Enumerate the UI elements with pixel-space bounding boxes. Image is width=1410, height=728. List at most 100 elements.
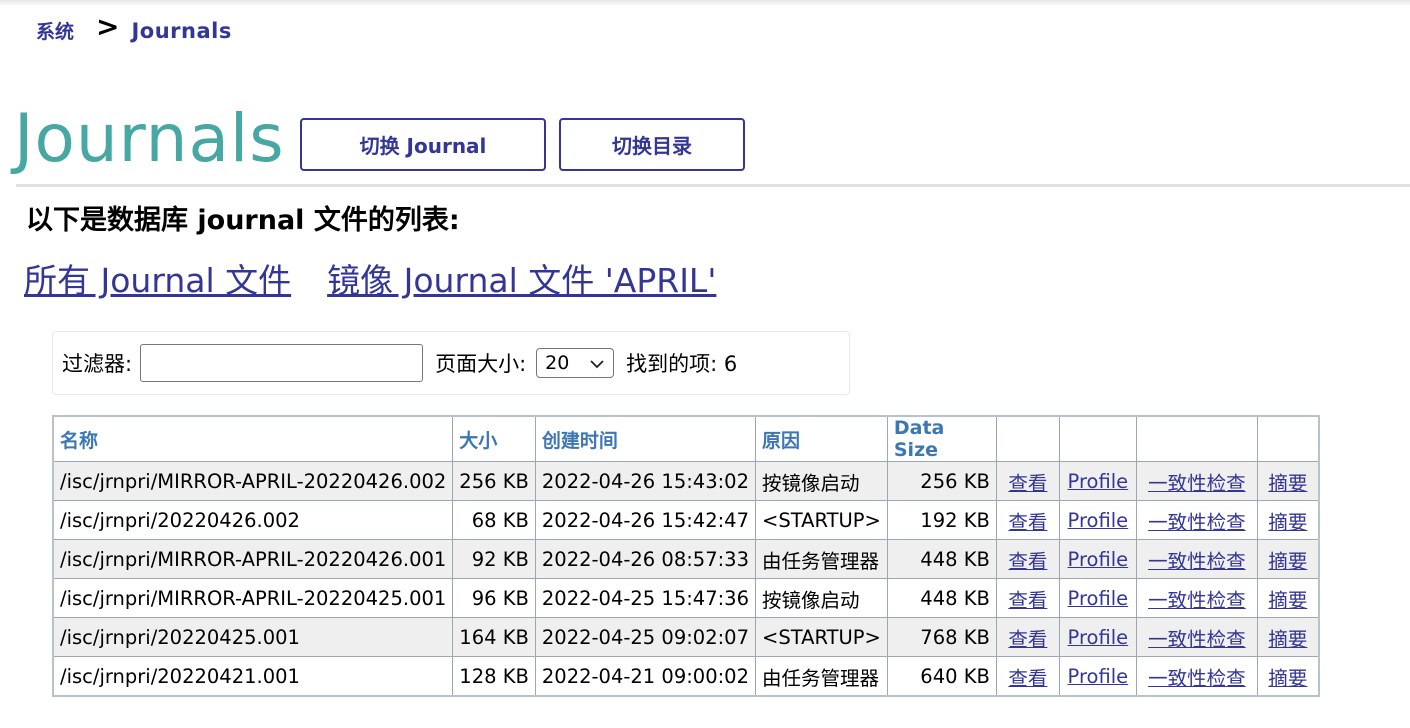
cell-reason: 由任务管理器 <box>755 656 888 697</box>
journals-table: 名称 大小 创建时间 原因 Data Size /isc/jrnpri/MIRR… <box>52 415 1320 697</box>
column-header-created[interactable]: 创建时间 <box>534 415 757 462</box>
breadcrumb: 系统 > Journals <box>36 10 232 47</box>
breadcrumb-separator: > <box>96 10 120 43</box>
cell-size: 68 KB <box>452 500 536 540</box>
cell-created: 2022-04-21 09:00:02 <box>534 656 757 697</box>
integrity-check-link[interactable]: 一致性检查 <box>1148 628 1246 651</box>
cell-reason: 按镜像启动 <box>755 461 888 501</box>
table-cell: 查看 <box>995 656 1060 697</box>
cell-name: /isc/jrnpri/20220426.002 <box>52 500 454 540</box>
integrity-check-link[interactable]: 一致性检查 <box>1148 589 1246 612</box>
table-cell: 一致性检查 <box>1135 461 1258 501</box>
integrity-check-link[interactable]: 一致性检查 <box>1148 472 1246 495</box>
cell-size: 96 KB <box>452 578 536 618</box>
cell-reason: 由任务管理器 <box>755 539 888 579</box>
column-header-summary <box>1256 415 1320 462</box>
cell-name: /isc/jrnpri/MIRROR-APRIL-20220426.001 <box>52 539 454 579</box>
table-cell: 一致性检查 <box>1135 656 1258 697</box>
table-header-row: 名称 大小 创建时间 原因 Data Size <box>52 415 1320 462</box>
table-cell: 查看 <box>995 539 1060 579</box>
cell-size: 256 KB <box>452 461 536 501</box>
breadcrumb-home-link[interactable]: 系统 <box>36 17 74 44</box>
found-value: 6 <box>723 352 738 376</box>
profile-link[interactable]: Profile <box>1068 470 1129 493</box>
table-cell: Profile <box>1058 617 1137 657</box>
view-link[interactable]: 查看 <box>1008 628 1047 651</box>
integrity-check-link[interactable]: 一致性检查 <box>1148 550 1246 573</box>
table-cell: 摘要 <box>1256 461 1320 501</box>
cell-data-size: 448 KB <box>886 539 997 579</box>
table-row: /isc/jrnpri/20220425.001 164 KB 2022-04-25… <box>52 617 1320 657</box>
cell-created: 2022-04-25 09:02:07 <box>534 617 757 657</box>
table-row: /isc/jrnpri/MIRROR-APRIL-20220426.001 92 … <box>52 539 1320 579</box>
view-link[interactable]: 查看 <box>1008 589 1047 612</box>
cell-data-size: 640 KB <box>886 656 997 697</box>
all-journals-link[interactable]: 所有 Journal 文件 <box>24 254 291 302</box>
table-cell: 查看 <box>995 578 1060 618</box>
cell-created: 2022-04-25 15:47:36 <box>534 578 757 618</box>
table-cell: 摘要 <box>1256 539 1320 579</box>
journal-type-links: 所有 Journal 文件 镜像 Journal 文件 'APRIL' <box>24 254 716 302</box>
profile-link[interactable]: Profile <box>1068 587 1129 610</box>
cell-reason: 按镜像启动 <box>755 578 888 618</box>
table-cell: 一致性检查 <box>1135 578 1258 618</box>
profile-link[interactable]: Profile <box>1068 548 1129 571</box>
column-header-profile <box>1058 415 1137 462</box>
page-title: Journals <box>14 100 285 177</box>
chevron-down-icon <box>589 352 605 374</box>
column-header-reason[interactable]: 原因 <box>755 415 888 462</box>
table-cell: 一致性检查 <box>1135 617 1258 657</box>
filter-input[interactable] <box>140 344 424 382</box>
cell-data-size: 448 KB <box>886 578 997 618</box>
filter-bar: 过滤器: 页面大小: 20 找到的项: 6 <box>52 331 850 395</box>
page-size-value: 20 <box>545 352 570 374</box>
profile-link[interactable]: Profile <box>1068 626 1129 649</box>
integrity-check-link[interactable]: 一致性检查 <box>1148 511 1246 534</box>
top-shadow <box>0 0 1410 6</box>
cell-size: 92 KB <box>452 539 536 579</box>
table-cell: 查看 <box>995 500 1060 540</box>
summary-link[interactable]: 摘要 <box>1268 550 1307 573</box>
filter-label: 过滤器: <box>62 352 133 376</box>
cell-data-size: 192 KB <box>886 500 997 540</box>
switch-journal-button[interactable]: 切换 Journal <box>300 118 546 171</box>
breadcrumb-current: Journals <box>131 18 232 43</box>
summary-link[interactable]: 摘要 <box>1268 511 1307 534</box>
table-row: /isc/jrnpri/20220426.002 68 KB 2022-04-26 … <box>52 500 1320 540</box>
integrity-check-link[interactable]: 一致性检查 <box>1148 667 1246 690</box>
table-row: /isc/jrnpri/MIRROR-APRIL-20220425.001 96 … <box>52 578 1320 618</box>
column-header-name[interactable]: 名称 <box>52 415 454 462</box>
switch-directory-button[interactable]: 切换目录 <box>559 118 745 171</box>
profile-link[interactable]: Profile <box>1068 509 1129 532</box>
view-link[interactable]: 查看 <box>1008 472 1047 495</box>
found-label: 找到的项: <box>626 352 718 376</box>
summary-link[interactable]: 摘要 <box>1268 628 1307 651</box>
column-header-view <box>995 415 1060 462</box>
column-header-data-size[interactable]: Data Size <box>886 415 997 462</box>
view-link[interactable]: 查看 <box>1008 511 1047 534</box>
table-cell: 摘要 <box>1256 617 1320 657</box>
mirror-journals-link[interactable]: 镜像 Journal 文件 'APRIL' <box>327 254 716 302</box>
cell-data-size: 256 KB <box>886 461 997 501</box>
table-cell: 摘要 <box>1256 578 1320 618</box>
cell-reason: <STARTUP> <box>755 500 888 540</box>
summary-link[interactable]: 摘要 <box>1268 472 1307 495</box>
cell-size: 164 KB <box>452 617 536 657</box>
summary-link[interactable]: 摘要 <box>1268 667 1307 690</box>
view-link[interactable]: 查看 <box>1008 550 1047 573</box>
header-divider <box>16 184 1410 187</box>
summary-link[interactable]: 摘要 <box>1268 589 1307 612</box>
table-cell: Profile <box>1058 656 1137 697</box>
cell-name: /isc/jrnpri/20220425.001 <box>52 617 454 657</box>
cell-created: 2022-04-26 15:43:02 <box>534 461 757 501</box>
cell-size: 128 KB <box>452 656 536 697</box>
column-header-size[interactable]: 大小 <box>452 415 536 462</box>
view-link[interactable]: 查看 <box>1008 667 1047 690</box>
table-cell: Profile <box>1058 578 1137 618</box>
table-row: /isc/jrnpri/MIRROR-APRIL-20220426.002 256… <box>52 461 1320 501</box>
table-cell: Profile <box>1058 500 1137 540</box>
column-header-integrity <box>1135 415 1258 462</box>
profile-link[interactable]: Profile <box>1068 665 1129 688</box>
page-size-select[interactable]: 20 <box>536 348 615 378</box>
found-count: 找到的项: 6 <box>626 348 737 378</box>
